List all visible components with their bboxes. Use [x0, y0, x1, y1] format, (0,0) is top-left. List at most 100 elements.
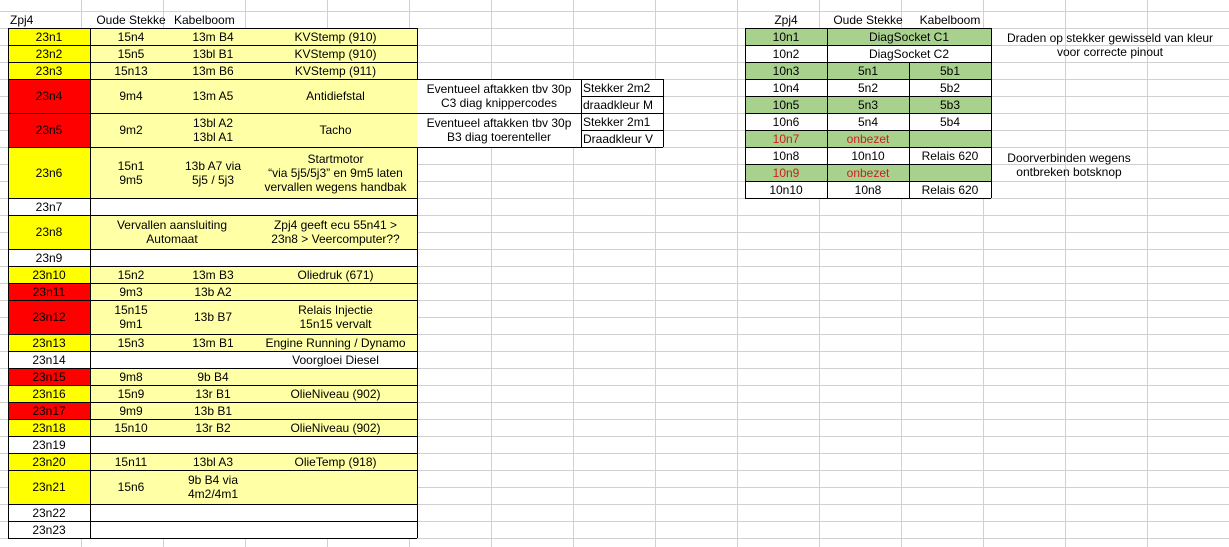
cell-kabel-10n6[interactable]: 5b4 [909, 113, 991, 130]
cell-kabel-23n5[interactable]: 13bl A2 13bl A1 [172, 113, 254, 147]
cell-kabel-23n13[interactable]: 13m B1 [172, 334, 254, 351]
cell-oude-23n18[interactable]: 15n10 [90, 419, 172, 436]
row-id-23n17[interactable]: 23n17 [8, 402, 90, 419]
cell-kabel-23n10[interactable]: 13m B3 [172, 266, 254, 283]
cell-oude-23n20[interactable]: 15n11 [90, 453, 172, 470]
cell-kabel-23n23[interactable] [172, 521, 254, 538]
cell-oude-23n6[interactable]: 15n1 9m5 [90, 147, 172, 198]
cell-oude-23n11[interactable]: 9m3 [90, 283, 172, 300]
row-id-23n15[interactable]: 23n15 [8, 368, 90, 385]
cell-oude-10n5[interactable]: 5n3 [827, 96, 909, 113]
cell-desc-23n2[interactable]: KVStemp (910) [254, 45, 417, 62]
cell-kabel-23n14[interactable] [172, 351, 254, 368]
cell-kabel-23n1[interactable]: 13m B4 [172, 28, 254, 45]
cell-kabel-23n15[interactable]: 9b B4 [172, 368, 254, 385]
cell-kabel-23n6[interactable]: 13b A7 via 5j5 / 5j3 [172, 147, 254, 198]
cell-desc-23n5[interactable]: Tacho [254, 113, 417, 147]
cell-oude-23n5[interactable]: 9m2 [90, 113, 172, 147]
cell-oude-10n6[interactable]: 5n4 [827, 113, 909, 130]
cell-kabel-23n21[interactable]: 9b B4 via 4m2/4m1 [172, 470, 254, 504]
row-id-10n2[interactable]: 10n2 [745, 45, 827, 62]
cell-oude-10n3[interactable]: 5n1 [827, 62, 909, 79]
cell-desc-23n15[interactable] [254, 368, 417, 385]
row-id-23n16[interactable]: 23n16 [8, 385, 90, 402]
row-id-23n14[interactable]: 23n14 [8, 351, 90, 368]
cell-desc-23n1[interactable]: KVStemp (910) [254, 28, 417, 45]
row-id-23n18[interactable]: 23n18 [8, 419, 90, 436]
cell-desc-23n6[interactable]: Startmotor “via 5j5/5j3” en 9m5 laten ve… [254, 147, 417, 198]
cell-oude-10n8[interactable]: 10n10 [827, 147, 909, 164]
cell-kabel-23n16[interactable]: 13r B1 [172, 385, 254, 402]
row-id-23n2[interactable]: 23n2 [8, 45, 90, 62]
row-id-23n10[interactable]: 23n10 [8, 266, 90, 283]
row-id-23n3[interactable]: 23n3 [8, 62, 90, 79]
middle-note-1[interactable]: Eventueel aftakken tbv 30p C3 diag knipp… [417, 79, 581, 113]
row-id-23n8[interactable]: 23n8 [8, 215, 90, 249]
middle-draadkleur-2[interactable]: Draadkleur V [581, 130, 663, 147]
row-id-23n6[interactable]: 23n6 [8, 147, 90, 198]
cell-oude-23n19[interactable] [90, 436, 172, 453]
row-id-23n4[interactable]: 23n4 [8, 79, 90, 113]
cell-kabel-23n3[interactable]: 13m B6 [172, 62, 254, 79]
cell-kabel-10n3[interactable]: 5b1 [909, 62, 991, 79]
note-doorverbinden[interactable]: Doorverbinden wegens ontbreken botsknop [991, 148, 1147, 182]
cell-kabel-10n4[interactable]: 5b2 [909, 79, 991, 96]
cell-desc-23n12[interactable]: Relais Injectie 15n15 vervalt [254, 300, 417, 334]
middle-stekker-2[interactable]: Stekker 2m1 [581, 113, 663, 130]
cell-oude-23n12[interactable]: 15n15 9m1 [90, 300, 172, 334]
row-id-10n8[interactable]: 10n8 [745, 147, 827, 164]
middle-draadkleur-1[interactable]: draadkleur M [581, 96, 663, 113]
header-kabelboom-right[interactable]: Kabelboom [909, 11, 991, 28]
cell-kabel-23n22[interactable] [172, 504, 254, 521]
spreadsheet-grid[interactable]: Zpj4 Oude Stekke Kabelboom 23n1 15n4 13m B4 KV… [0, 0, 1229, 547]
row-id-10n5[interactable]: 10n5 [745, 96, 827, 113]
row-id-23n9[interactable]: 23n9 [8, 249, 90, 266]
cell-oude-23n21[interactable]: 15n6 [90, 470, 172, 504]
cell-oude-23n17[interactable]: 9m9 [90, 402, 172, 419]
cell-oude-23n10[interactable]: 15n2 [90, 266, 172, 283]
cell-merged-10n1[interactable]: DiagSocket C1 [827, 28, 991, 45]
cell-oude-23n23[interactable] [90, 521, 172, 538]
row-id-10n10[interactable]: 10n10 [745, 181, 827, 198]
cell-kabel-10n5[interactable]: 5b3 [909, 96, 991, 113]
cell-oude-23n7[interactable] [90, 198, 172, 215]
cell-oude-23n1[interactable]: 15n4 [90, 28, 172, 45]
cell-oude-23n16[interactable]: 15n9 [90, 385, 172, 402]
cell-desc-23n9[interactable] [254, 249, 417, 266]
row-id-23n22[interactable]: 23n22 [8, 504, 90, 521]
cell-oude-23n2[interactable]: 15n5 [90, 45, 172, 62]
cell-desc-23n10[interactable]: Oliedruk (671) [254, 266, 417, 283]
header-oude-stekker[interactable]: Oude Stekke [90, 11, 172, 28]
row-id-23n13[interactable]: 23n13 [8, 334, 90, 351]
row-id-10n7[interactable]: 10n7 [745, 130, 827, 147]
cell-oude-10n9[interactable]: onbezet [827, 164, 909, 181]
cell-oude-10n4[interactable]: 5n2 [827, 79, 909, 96]
cell-desc-23n16[interactable]: OlieNiveau (902) [254, 385, 417, 402]
cell-kabel-23n18[interactable]: 13r B2 [172, 419, 254, 436]
cell-desc-23n13[interactable]: Engine Running / Dynamo [254, 334, 417, 351]
cell-oude-23n15[interactable]: 9m8 [90, 368, 172, 385]
cell-kabel-23n20[interactable]: 13bl A3 [172, 453, 254, 470]
row-id-23n11[interactable]: 23n11 [8, 283, 90, 300]
cell-desc-23n22[interactable] [254, 504, 417, 521]
cell-kabel-23n17[interactable]: 13b B1 [172, 402, 254, 419]
cell-oude-23n3[interactable]: 15n13 [90, 62, 172, 79]
cell-oude-23n14[interactable] [90, 351, 172, 368]
cell-merged-10n2[interactable]: DiagSocket C2 [827, 45, 991, 62]
cell-desc-23n21[interactable] [254, 470, 417, 504]
note-draden-gewisseld[interactable]: Draden op stekker gewisseld van kleur vo… [991, 28, 1229, 62]
header-zpj4-right[interactable]: Zpj4 [745, 11, 827, 28]
cell-kabel-23n7[interactable] [172, 198, 254, 215]
row-id-10n4[interactable]: 10n4 [745, 79, 827, 96]
cell-kabel-10n10[interactable]: Relais 620 [909, 181, 991, 198]
middle-stekker-1[interactable]: Stekker 2m2 [581, 79, 663, 96]
cell-oude-23n22[interactable] [90, 504, 172, 521]
row-id-23n5[interactable]: 23n5 [8, 113, 90, 147]
cell-desc-23n4[interactable]: Antidiefstal [254, 79, 417, 113]
cell-kabel-10n7[interactable] [909, 130, 991, 147]
row-id-23n23[interactable]: 23n23 [8, 521, 90, 538]
header-zpj4[interactable]: Zpj4 [8, 11, 90, 28]
middle-note-2[interactable]: Eventueel aftakken tbv 30p B3 diag toere… [417, 113, 581, 147]
cell-desc-23n7[interactable] [254, 198, 417, 215]
row-id-23n1[interactable]: 23n1 [8, 28, 90, 45]
